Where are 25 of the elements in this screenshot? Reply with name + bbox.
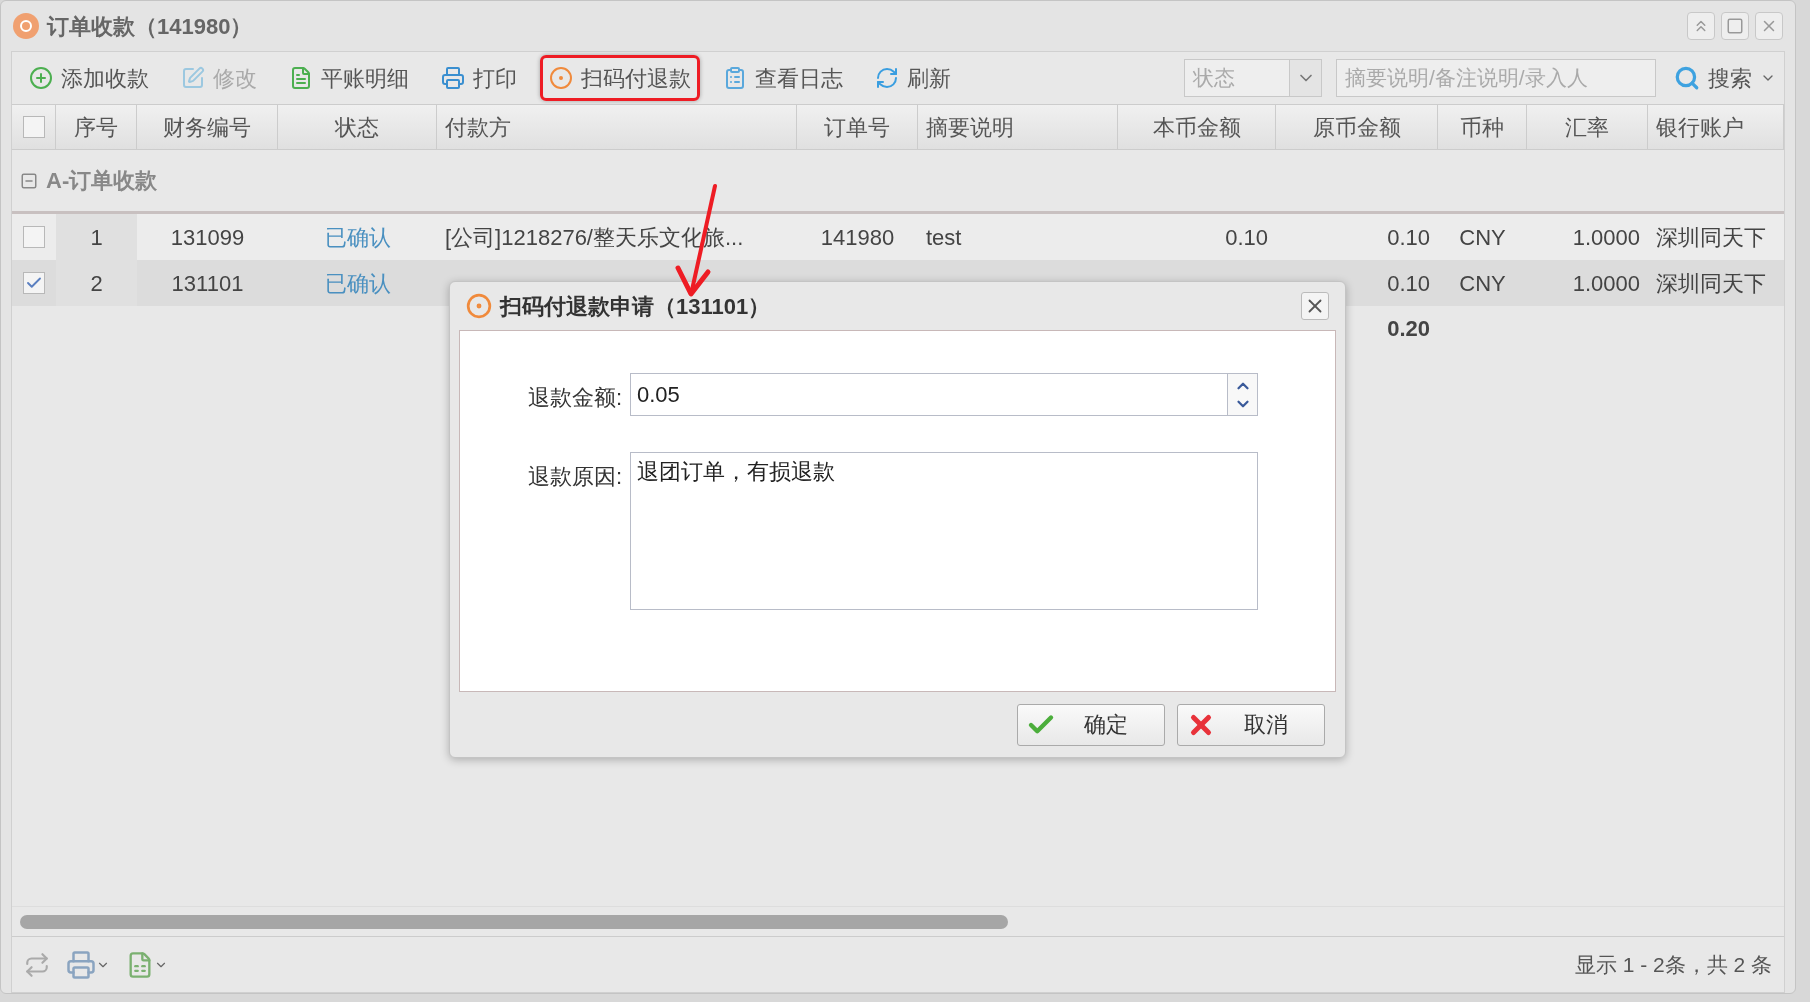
table-cell-text: 0.10: [1387, 223, 1430, 252]
table-cell-text: 131099: [170, 223, 245, 252]
pager-summary: 显示 1 - 2条，共 2 条: [1574, 951, 1772, 978]
table-cell-text: 1: [90, 223, 103, 252]
dialog-title: 扫码付退款申请（131101）: [500, 292, 771, 321]
table-cell-text: 131101: [171, 269, 244, 298]
table-cell-text: 深圳同天下: [1656, 223, 1766, 252]
table-cell-text: test: [926, 223, 962, 252]
table-cell-text: 已确认: [324, 269, 391, 298]
field-label: 退款原因:: [526, 463, 623, 491]
table-cell-text: 已确认: [324, 223, 391, 252]
table-cell-text: 1.0000: [1572, 269, 1640, 298]
table-cell-text: 深圳同天下: [1656, 269, 1766, 298]
field-label: 退款金额:: [526, 384, 623, 412]
table-cell-text: 0.10: [1387, 269, 1430, 298]
table-cell-text: CNY: [1459, 223, 1506, 252]
table-cell-text: CNY: [1459, 269, 1506, 298]
total-cell-text: 0.20: [1387, 314, 1430, 343]
table-cell-text: 1.0000: [1572, 223, 1640, 252]
select-placeholder: 状态: [1192, 65, 1236, 92]
table-cell-text: 141980: [820, 223, 895, 252]
window-title: 订单收款（141980）: [47, 12, 253, 41]
group-label: A-订单收款: [46, 167, 158, 195]
table-cell-text: 2: [90, 269, 103, 298]
table-cell-text: 0.10: [1225, 223, 1268, 252]
